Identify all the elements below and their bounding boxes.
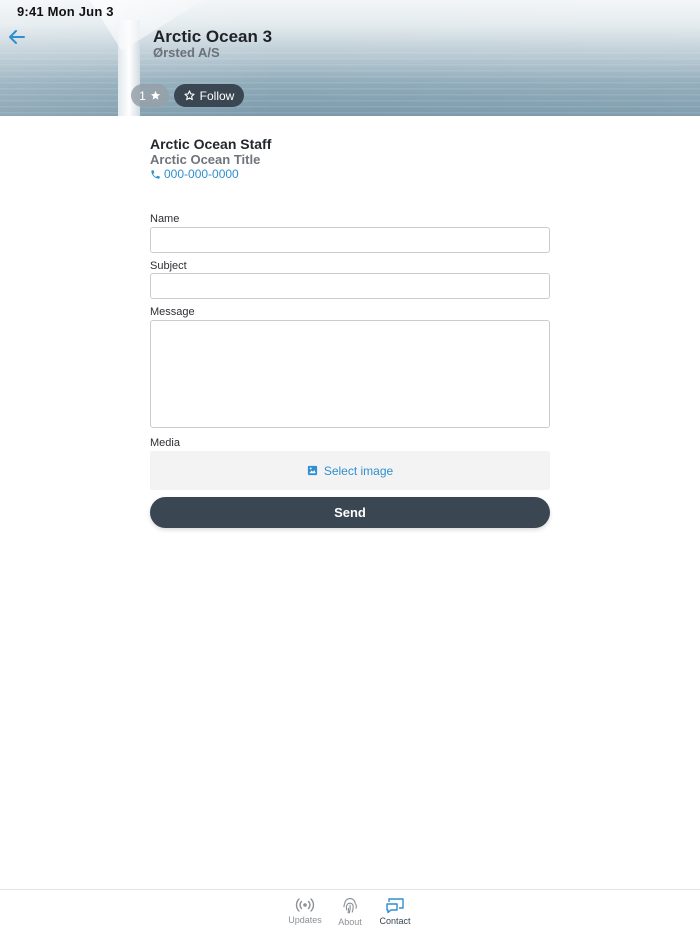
subject-field[interactable] <box>150 273 550 299</box>
tab-about[interactable]: About <box>328 897 372 931</box>
subject-label: Subject <box>150 260 187 272</box>
contact-phone-link[interactable]: 000-000-0000 <box>150 167 239 181</box>
follow-button[interactable]: Follow <box>174 84 244 107</box>
back-button[interactable] <box>6 26 28 48</box>
contact-title: Arctic Ocean Title <box>150 152 261 167</box>
send-button[interactable]: Send <box>150 497 550 528</box>
message-label: Message <box>150 306 195 318</box>
arrow-left-icon <box>9 30 25 44</box>
broadcast-icon <box>295 898 315 912</box>
tab-contact[interactable]: Contact <box>373 897 417 931</box>
message-field[interactable] <box>150 320 550 428</box>
tab-contact-label: Contact <box>379 916 411 926</box>
tab-updates[interactable]: Updates <box>283 897 327 931</box>
rating-count: 1 <box>139 88 146 103</box>
bottom-tab-bar: Updates About Contact <box>0 889 700 934</box>
image-icon <box>307 465 317 476</box>
star-filled-icon <box>150 90 160 100</box>
chat-screen-icon <box>386 898 404 914</box>
phone-icon <box>151 169 160 179</box>
page-title: Arctic Ocean 3 <box>153 27 273 46</box>
rating-badge[interactable]: 1 <box>131 84 169 107</box>
contact-phone-text: 000-000-0000 <box>164 167 239 181</box>
select-image-label: Select image <box>323 463 394 478</box>
follow-label: Follow <box>199 88 235 103</box>
tab-about-label: About <box>338 917 362 927</box>
star-outline-icon <box>184 90 195 101</box>
fingerprint-icon <box>343 898 357 914</box>
tab-updates-label: Updates <box>288 915 322 925</box>
status-bar-time: 9:41 Mon Jun 3 <box>17 4 114 19</box>
name-field[interactable] <box>150 227 550 253</box>
select-image-button[interactable]: Select image <box>150 451 550 490</box>
name-label: Name <box>150 213 180 225</box>
page-subtitle: Ørsted A/S <box>153 45 220 60</box>
contact-name: Arctic Ocean Staff <box>150 136 272 152</box>
media-label: Media <box>150 437 180 449</box>
